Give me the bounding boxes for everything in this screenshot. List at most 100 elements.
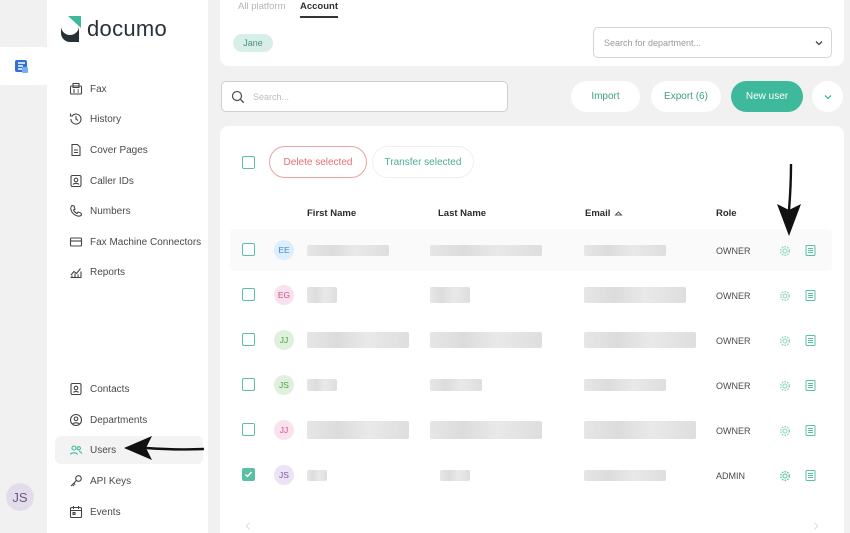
select-all-checkbox[interactable] xyxy=(242,156,255,169)
sidebar-item-label: Events xyxy=(90,506,121,518)
search-input[interactable]: Search... xyxy=(221,81,508,112)
redacted-email xyxy=(584,332,696,348)
table-row[interactable]: EG OWNER xyxy=(220,273,844,318)
documo-logo[interactable]: documo xyxy=(61,16,167,42)
row-checkbox-checked[interactable] xyxy=(242,468,255,481)
redacted-email xyxy=(584,245,666,256)
new-user-button[interactable]: New user xyxy=(731,81,803,112)
table-row[interactable]: EE OWNER xyxy=(220,228,844,273)
users-table: Delete selected Transfer selected First … xyxy=(220,126,844,533)
sidebar-item-label: Fax xyxy=(90,83,107,95)
column-header-last-name[interactable]: Last Name xyxy=(438,208,486,219)
gear-icon[interactable] xyxy=(779,425,791,437)
department-placeholder: Search for department... xyxy=(604,38,702,48)
import-button[interactable]: Import xyxy=(571,81,640,112)
redacted-first-name xyxy=(307,287,337,303)
sidebar-item-numbers[interactable]: Numbers xyxy=(55,197,203,225)
table-row[interactable]: JS OWNER xyxy=(220,363,844,408)
sidebar-item-history[interactable]: History xyxy=(55,105,203,133)
reports-icon xyxy=(70,268,82,279)
role-label: OWNER xyxy=(716,381,751,391)
sidebar-item-label: Numbers xyxy=(90,205,131,217)
redacted-first-name xyxy=(307,379,337,391)
gear-icon[interactable] xyxy=(779,335,791,347)
sidebar-item-cover-pages[interactable]: Cover Pages xyxy=(55,136,203,164)
document-icon[interactable] xyxy=(804,244,817,257)
chevron-left-icon[interactable] xyxy=(243,521,253,531)
redacted-email xyxy=(584,379,666,391)
row-checkbox[interactable] xyxy=(242,288,255,301)
redacted-email xyxy=(584,287,686,303)
caller-id-icon xyxy=(70,174,82,188)
sidebar-item-label: API Keys xyxy=(90,475,132,487)
search-placeholder: Search... xyxy=(253,92,290,102)
more-options-button[interactable] xyxy=(812,81,843,112)
chevron-down-icon xyxy=(824,94,831,99)
annotation-arrow-left xyxy=(124,436,205,460)
redacted-first-name xyxy=(307,332,409,348)
delete-selected-button[interactable]: Delete selected xyxy=(269,146,367,178)
role-label: OWNER xyxy=(716,426,751,436)
chevron-right-icon[interactable] xyxy=(811,521,821,531)
department-select[interactable]: Search for department... xyxy=(593,27,832,58)
history-icon xyxy=(69,113,82,125)
row-checkbox[interactable] xyxy=(242,243,255,256)
transfer-selected-button[interactable]: Transfer selected xyxy=(372,146,474,178)
sidebar-item-caller-ids[interactable]: Caller IDs xyxy=(55,167,203,195)
row-checkbox[interactable] xyxy=(242,423,255,436)
sidebar-item-label: History xyxy=(90,113,122,125)
sidebar-item-label: Departments xyxy=(90,414,148,426)
redacted-last-name xyxy=(430,332,542,348)
fax-icon xyxy=(69,82,83,95)
gear-icon[interactable] xyxy=(779,470,791,482)
user-avatar[interactable]: JS xyxy=(6,483,34,511)
document-icon[interactable] xyxy=(804,379,817,392)
document-icon[interactable] xyxy=(804,334,817,347)
tab-account[interactable]: Account xyxy=(300,1,338,12)
table-row[interactable]: JJ OWNER xyxy=(220,318,844,363)
document-icon[interactable] xyxy=(804,469,817,482)
sidebar-item-api-keys[interactable]: API Keys xyxy=(55,467,203,495)
logo-text: documo xyxy=(87,16,168,41)
user-avatar: EE xyxy=(274,240,294,260)
role-label: OWNER xyxy=(716,336,751,346)
sidebar-item-departments[interactable]: Departments xyxy=(55,406,203,434)
redacted-last-name xyxy=(430,287,470,303)
filter-chip[interactable]: Jane xyxy=(233,34,273,52)
document-icon[interactable] xyxy=(804,424,817,437)
column-header-email[interactable]: Email xyxy=(585,208,624,219)
export-button[interactable]: Export (6) xyxy=(651,81,721,112)
redacted-last-name xyxy=(440,470,470,481)
tab-all-platform[interactable]: All platform xyxy=(238,1,286,12)
sidebar-item-reports[interactable]: Reports xyxy=(55,258,203,286)
contacts-icon xyxy=(70,382,82,396)
gear-icon[interactable] xyxy=(779,245,791,257)
column-header-label: Email xyxy=(585,208,611,219)
gear-icon[interactable] xyxy=(779,380,791,392)
sidebar-item-fax[interactable]: Fax xyxy=(55,75,203,103)
table-row[interactable]: JJ OWNER xyxy=(220,408,844,453)
sort-ascending-icon xyxy=(614,211,624,216)
sidebar-item-fax-machine-connectors[interactable]: Fax Machine Connectors xyxy=(55,228,203,256)
row-checkbox[interactable] xyxy=(242,378,255,391)
events-icon xyxy=(69,506,83,519)
row-checkbox[interactable] xyxy=(242,333,255,346)
gear-icon[interactable] xyxy=(779,290,791,302)
tab-active-indicator xyxy=(300,16,338,18)
user-avatar: JS xyxy=(274,465,294,485)
users-icon xyxy=(69,445,83,455)
departments-icon xyxy=(69,413,83,427)
sidebar-item-label: Cover Pages xyxy=(90,144,148,156)
sidebar-item-label: Fax Machine Connectors xyxy=(90,236,202,248)
sidebar-item-events[interactable]: Events xyxy=(55,498,203,526)
rail-app-documo[interactable] xyxy=(0,47,47,85)
column-header-first-name[interactable]: First Name xyxy=(307,208,356,219)
phone-icon xyxy=(70,204,83,217)
document-icon[interactable] xyxy=(804,289,817,302)
user-avatar: JS xyxy=(274,375,294,395)
chevron-down-icon xyxy=(815,41,823,46)
sidebar-item-contacts[interactable]: Contacts xyxy=(55,375,203,403)
redacted-first-name xyxy=(307,421,409,439)
redacted-email xyxy=(584,421,696,439)
table-row[interactable]: JS ADMIN xyxy=(220,453,844,498)
